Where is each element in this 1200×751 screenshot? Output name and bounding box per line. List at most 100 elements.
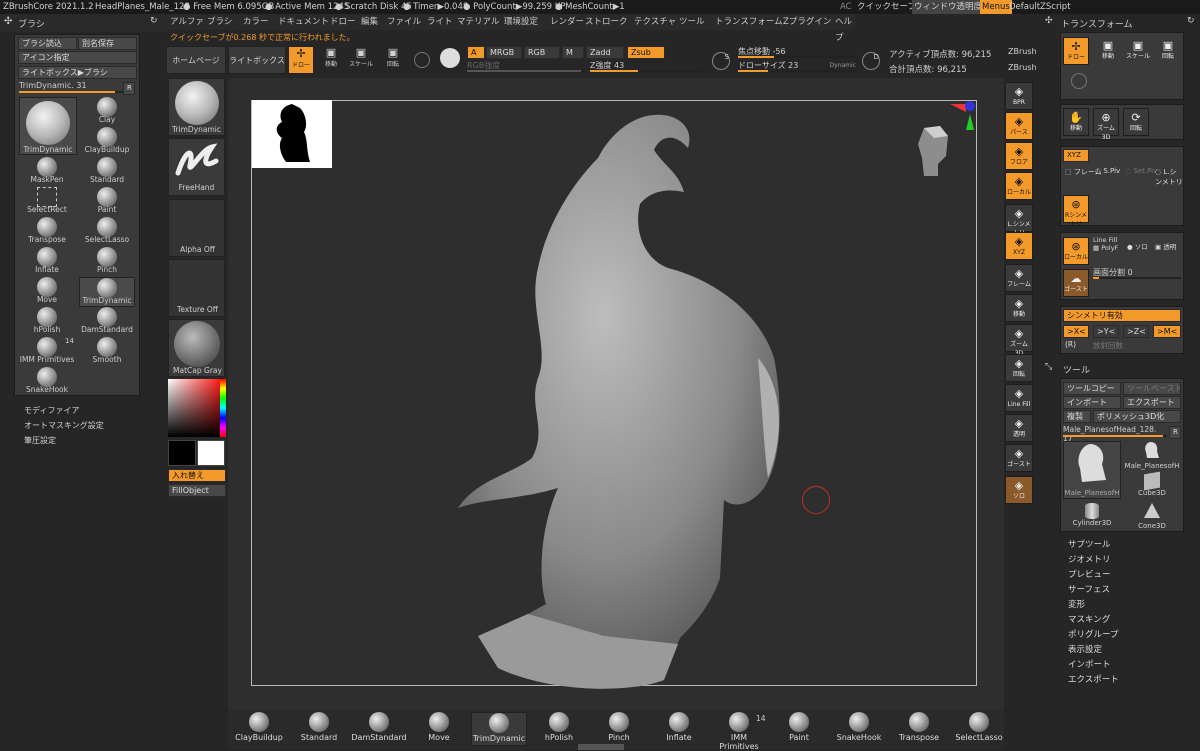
viewport-tool-button[interactable]: ◈ ローカル bbox=[1005, 172, 1033, 200]
brush-item[interactable]: Standard bbox=[79, 157, 135, 187]
sym-x-toggle[interactable]: >X< bbox=[1063, 325, 1089, 338]
texture-slot[interactable]: Texture Off bbox=[168, 259, 225, 317]
lsym-button[interactable]: ◌ L.シンメトリ bbox=[1155, 167, 1183, 187]
viewport-tool-button[interactable]: ◈ ゴースト bbox=[1005, 444, 1033, 472]
move-mode-button[interactable]: ▣ 移動 bbox=[318, 46, 344, 74]
z-intensity-slider[interactable]: Z強度 43 bbox=[590, 60, 702, 72]
shelf-brush[interactable]: SelectLasso bbox=[951, 712, 1007, 742]
material-sphere-icon[interactable] bbox=[414, 52, 430, 68]
current-brush-thumb[interactable]: TrimDynamic bbox=[19, 97, 77, 155]
menu-item[interactable]: ブラシ bbox=[207, 14, 232, 30]
automasking-menu[interactable]: オートマスキング設定 bbox=[24, 418, 104, 433]
linefill-button[interactable]: Line Fill ▦ PolyF bbox=[1093, 236, 1118, 252]
viewport-tool-button[interactable]: ◈ XYZ bbox=[1005, 232, 1033, 260]
shelf-brush[interactable]: Pinch bbox=[591, 712, 647, 742]
save-as-button[interactable]: 別名保存 bbox=[78, 37, 137, 50]
viewport-tool-button[interactable]: ◈ BPR bbox=[1005, 82, 1033, 110]
dynamic-toggle[interactable]: Dynamic bbox=[830, 62, 856, 69]
tool-submenu-item[interactable]: プレビュー bbox=[1068, 568, 1111, 580]
tool-copy-button[interactable]: ツールコピー bbox=[1063, 382, 1121, 395]
draw-size-slider[interactable]: ドローサイズ 23 Dynamic bbox=[738, 60, 856, 72]
tool-import-button[interactable]: インポート bbox=[1063, 396, 1121, 409]
brush-item[interactable]: DamStandard bbox=[79, 307, 135, 337]
menu-item[interactable]: ドロー bbox=[330, 14, 356, 30]
zbrush-link-1[interactable]: ZBrush bbox=[1008, 47, 1037, 56]
tool-export-button[interactable]: エクスポート bbox=[1123, 396, 1181, 409]
axis-gizmo-icon[interactable] bbox=[942, 100, 976, 134]
refresh-icon[interactable]: ↻ bbox=[1187, 16, 1195, 26]
paint-toggle-icon[interactable] bbox=[440, 48, 460, 68]
shelf-brush[interactable]: Inflate bbox=[651, 712, 707, 742]
swap-colors-button[interactable]: 入れ替え bbox=[168, 469, 226, 482]
shelf-brush[interactable]: Paint bbox=[771, 712, 827, 742]
canvas[interactable] bbox=[228, 78, 1004, 710]
nav-move-button[interactable]: ✋ 移動 bbox=[1063, 108, 1089, 136]
viewport-tool-button[interactable]: ◈ 回転 bbox=[1005, 354, 1033, 382]
viewport-tool-button[interactable]: ◈ Line Fill bbox=[1005, 384, 1033, 412]
tool-thumb-main[interactable]: Male_PlanesofH bbox=[1063, 441, 1121, 499]
menu-item[interactable]: ドキュメント bbox=[278, 14, 329, 30]
brush-item[interactable]: Pinch bbox=[79, 247, 135, 277]
shelf-brush[interactable]: SnakeHook bbox=[831, 712, 887, 742]
shelf-brush[interactable]: ClayBuildup bbox=[231, 712, 287, 742]
shelf-scroll-handle[interactable] bbox=[578, 744, 624, 750]
shelf-brush[interactable]: Transpose bbox=[891, 712, 947, 742]
quicksave-button[interactable]: クイックセーブ bbox=[857, 0, 916, 14]
brush-item[interactable]: SelectRect bbox=[19, 187, 75, 217]
viewport-tool-button[interactable]: ◈ズーム3D bbox=[1005, 324, 1033, 357]
material-slot[interactable]: MatCap Gray bbox=[168, 319, 225, 377]
tool-thumb-cylinder[interactable]: Cylinder3D bbox=[1063, 503, 1121, 531]
modifier-menu[interactable]: モディファイア bbox=[24, 403, 104, 418]
load-brush-button[interactable]: ブラシ読込 bbox=[18, 37, 77, 50]
menu-item[interactable]: レンダー bbox=[550, 14, 584, 30]
brush-item[interactable]: Inflate bbox=[19, 247, 75, 277]
local-button[interactable]: ⊛ ローカル bbox=[1063, 237, 1089, 265]
brush-item[interactable]: hPolish bbox=[19, 307, 75, 337]
nav-zoom-button[interactable]: ⊕ ズーム3D bbox=[1093, 108, 1119, 141]
rsym-button[interactable]: ⊛ Rシンメトリ bbox=[1063, 195, 1089, 228]
pressure-menu[interactable]: 筆圧設定 bbox=[24, 433, 104, 448]
shelf-brush[interactable]: Standard bbox=[291, 712, 347, 742]
viewport-tool-button[interactable]: ◈ 透明 bbox=[1005, 414, 1033, 442]
lightbox-button[interactable]: ライトボックス bbox=[228, 46, 286, 74]
brush-item[interactable]: Clay bbox=[79, 97, 135, 127]
transform-move-button[interactable]: ▣ 移動 bbox=[1095, 37, 1121, 65]
brush-reset-button[interactable]: R bbox=[123, 82, 135, 95]
brush-slider[interactable]: TrimDynamic. 31 bbox=[19, 81, 123, 93]
secondary-color-swatch[interactable] bbox=[168, 440, 196, 466]
shelf-brush[interactable]: TrimDynamic bbox=[471, 712, 527, 746]
menu-item[interactable]: ツール bbox=[679, 14, 705, 30]
tool-submenu-item[interactable]: 表示設定 bbox=[1068, 643, 1102, 655]
set-icon-button[interactable]: アイコン指定 bbox=[18, 51, 137, 64]
sym-y-toggle[interactable]: >Y< bbox=[1093, 325, 1119, 338]
radial-toggle[interactable]: (R) bbox=[1065, 340, 1076, 349]
fill-object-button[interactable]: FillObject bbox=[168, 484, 226, 497]
default-zscript[interactable]: DefaultZScript bbox=[1009, 0, 1071, 14]
tool-thumb-cone[interactable]: Cone3D bbox=[1123, 503, 1181, 531]
tool-submenu-item[interactable]: ジオメトリ bbox=[1068, 553, 1111, 565]
main-color-swatch[interactable] bbox=[197, 440, 225, 466]
make-polymesh-button[interactable]: ポリメッシュ3D化 bbox=[1093, 410, 1181, 423]
tool-duplicate-button[interactable]: 複製 bbox=[1063, 410, 1091, 423]
draw-mode-button[interactable]: ✢ ドロー bbox=[288, 46, 314, 74]
transp-button[interactable]: ▣ 透明 bbox=[1155, 241, 1176, 251]
brush-item[interactable]: Paint bbox=[79, 187, 135, 217]
spiv-button[interactable]: ◌ S.Piv bbox=[1095, 167, 1120, 175]
tool-submenu-item[interactable]: サブツール bbox=[1068, 538, 1111, 550]
menus-button[interactable]: Menus bbox=[980, 0, 1012, 14]
brush-item[interactable]: SelectLasso bbox=[79, 217, 135, 247]
lightbox-brush-button[interactable]: ライトボックス▶ブラシ bbox=[18, 66, 137, 79]
menu-item[interactable]: ストローク bbox=[585, 14, 628, 30]
solo-button[interactable]: ● ソロ bbox=[1127, 241, 1148, 251]
sym-m-toggle[interactable]: >M< bbox=[1153, 325, 1181, 338]
tool-submenu-item[interactable]: サーフェス bbox=[1068, 583, 1110, 595]
brush-item[interactable]: TrimDynamic bbox=[79, 277, 135, 307]
brush-item[interactable]: MaskPen bbox=[19, 157, 75, 187]
focal-shift-slider[interactable]: 焦点移動 -56 bbox=[738, 46, 856, 58]
menu-item[interactable]: アルファ bbox=[170, 14, 204, 30]
viewport-tool-button[interactable]: ◈ パース bbox=[1005, 112, 1033, 140]
tool-submenu-item[interactable]: インポート bbox=[1068, 658, 1111, 670]
menu-item[interactable]: 編集 bbox=[361, 14, 378, 30]
viewport-tool-button[interactable]: ◈ フレーム bbox=[1005, 264, 1033, 292]
brush-slot[interactable]: TrimDynamic bbox=[168, 78, 225, 136]
